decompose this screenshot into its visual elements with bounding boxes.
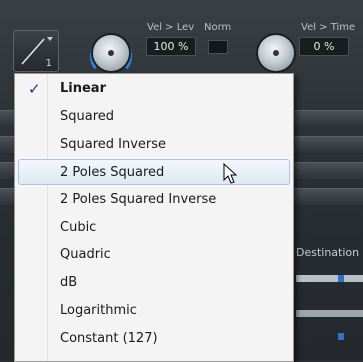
menu-item-label: Linear bbox=[60, 81, 106, 96]
menu-item-label: Quadric bbox=[60, 247, 111, 262]
vel-lev-value[interactable]: 100 % bbox=[146, 37, 196, 56]
menu-item-2-poles-squared-inverse[interactable]: 2 Poles Squared Inverse bbox=[18, 187, 290, 213]
check-icon: ✓ bbox=[28, 80, 41, 98]
menu-item-2-poles-squared[interactable]: 2 Poles Squared bbox=[18, 159, 290, 185]
menu-item-logarithmic[interactable]: Logarithmic bbox=[18, 298, 290, 324]
menu-item-label: dB bbox=[60, 275, 78, 290]
menu-item-squared[interactable]: Squared bbox=[18, 104, 290, 130]
chevron-down-icon bbox=[47, 37, 53, 41]
mod-slider-track[interactable] bbox=[296, 275, 363, 282]
menu-item-db[interactable]: dB bbox=[18, 270, 290, 296]
menu-item-constant-127[interactable]: Constant (127) bbox=[18, 326, 290, 352]
menu-item-label: Squared bbox=[60, 109, 115, 124]
vel-time-knob[interactable] bbox=[258, 35, 294, 71]
mod-slider-thumb[interactable] bbox=[338, 275, 344, 282]
menu-item-label: Cubic bbox=[60, 220, 97, 235]
mod-slider-track[interactable] bbox=[296, 310, 363, 317]
vel-time-value[interactable]: 0 % bbox=[299, 37, 349, 56]
menu-item-label: 2 Poles Squared bbox=[60, 165, 165, 180]
menu-item-label: Squared Inverse bbox=[60, 137, 167, 152]
menu-item-linear[interactable]: ✓ Linear bbox=[18, 76, 290, 102]
norm-label: Norm bbox=[204, 22, 232, 33]
mod-slider-thumb[interactable] bbox=[338, 333, 344, 340]
menu-item-squared-inverse[interactable]: Squared Inverse bbox=[18, 132, 290, 158]
menu-item-label: Constant (127) bbox=[60, 331, 158, 346]
mouse-pointer-icon bbox=[223, 163, 237, 184]
menu-item-label: Logarithmic bbox=[60, 303, 137, 318]
menu-item-label: 2 Poles Squared Inverse bbox=[60, 192, 217, 207]
menu-item-quadric[interactable]: Quadric bbox=[18, 242, 290, 268]
vel-time-label: Vel > Time bbox=[301, 22, 356, 33]
menu-item-cubic[interactable]: Cubic bbox=[18, 215, 290, 241]
curve-dropdown-menu: ✓ Linear Squared Squared Inverse 2 Poles… bbox=[14, 73, 294, 362]
vel-lev-knob[interactable] bbox=[93, 35, 129, 71]
destination-label: Destination bbox=[296, 246, 360, 259]
curve-index: 1 bbox=[45, 58, 52, 69]
curve-selector-button[interactable]: 1 bbox=[13, 30, 59, 72]
vel-lev-label: Vel > Lev bbox=[147, 22, 195, 33]
norm-toggle[interactable] bbox=[208, 40, 228, 54]
